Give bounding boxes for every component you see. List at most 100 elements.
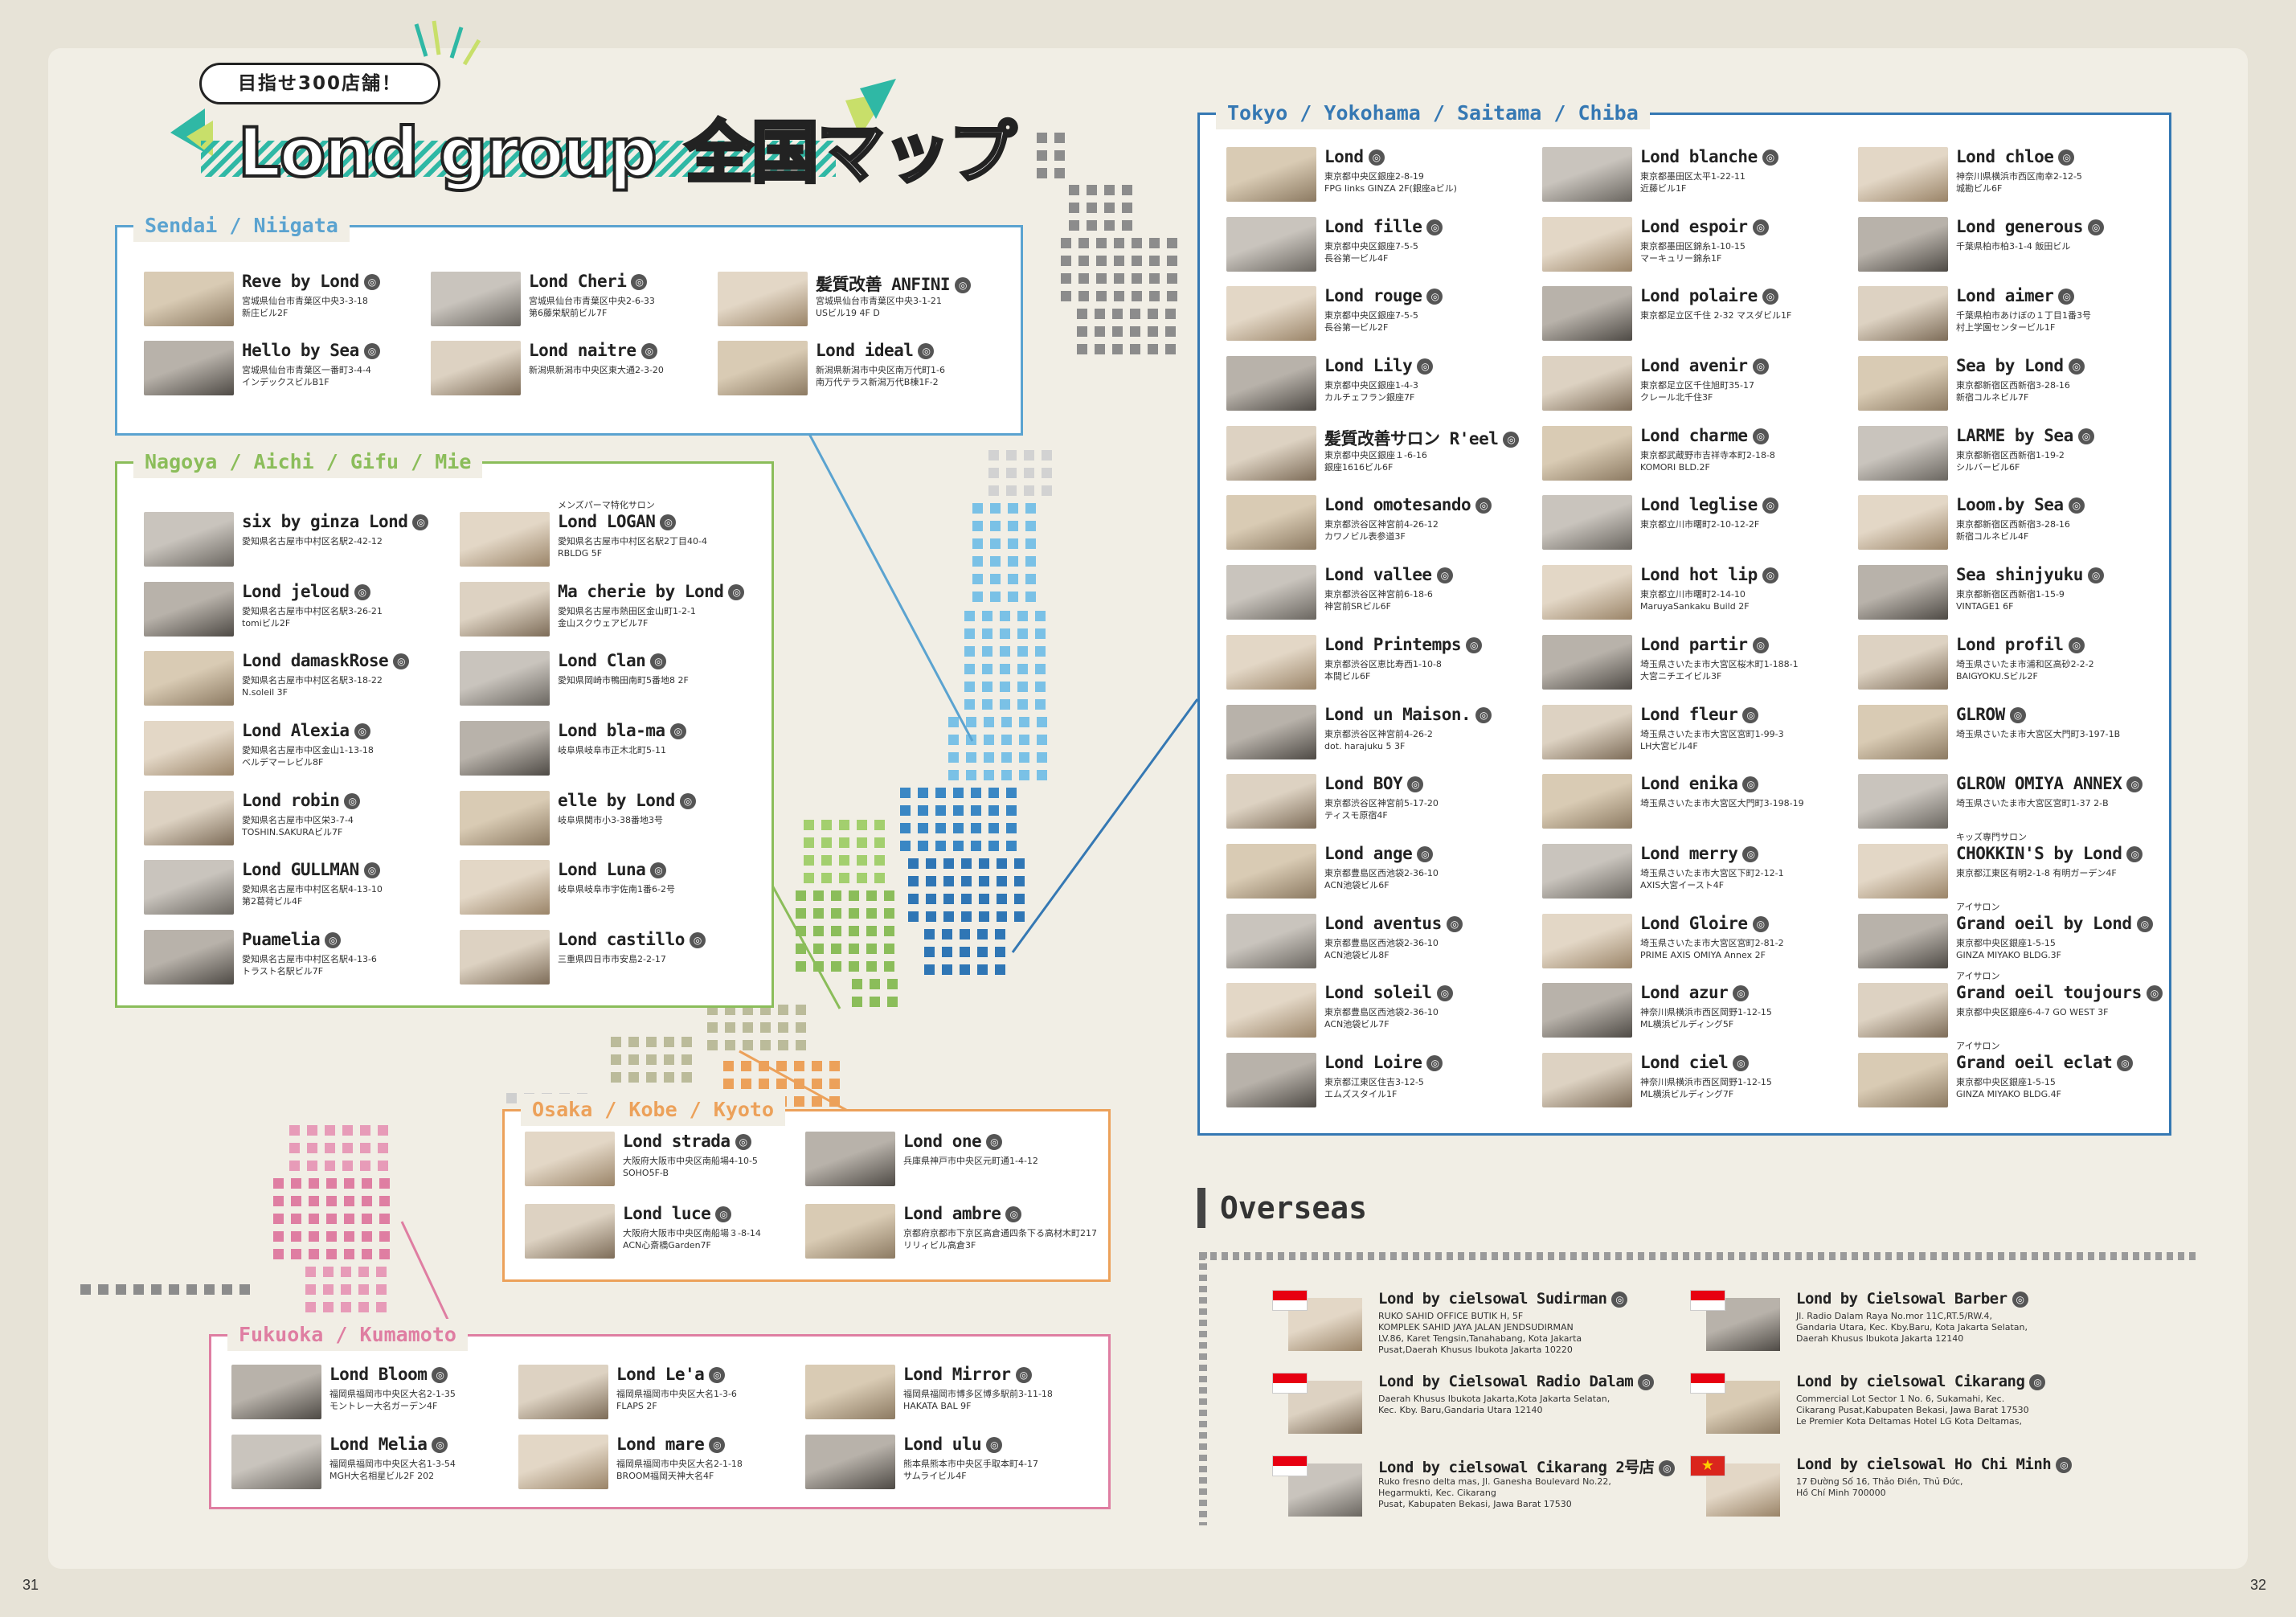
- instagram-icon[interactable]: ◎: [2146, 985, 2163, 1002]
- instagram-icon[interactable]: ◎: [986, 1134, 1003, 1150]
- instagram-icon[interactable]: ◎: [955, 277, 972, 293]
- store-item: アイサロン Grand oeil eclat ◎ 東京都中央区銀座1-5-15 GIN…: [1858, 1041, 2174, 1123]
- instagram-icon[interactable]: ◎: [2009, 706, 2026, 723]
- instagram-icon[interactable]: ◎: [1466, 637, 1483, 653]
- store-item: Lond GULLMAN ◎ 愛知県名古屋市中村区名駅4-13-10 第2葛荷ビル4…: [144, 860, 460, 930]
- instagram-icon[interactable]: ◎: [1426, 219, 1443, 235]
- instagram-icon[interactable]: ◎: [363, 862, 380, 879]
- instagram-icon[interactable]: ◎: [918, 343, 935, 359]
- instagram-icon[interactable]: ◎: [1762, 567, 1778, 584]
- instagram-icon[interactable]: ◎: [363, 274, 380, 290]
- instagram-icon[interactable]: ◎: [1611, 1291, 1628, 1308]
- instagram-icon[interactable]: ◎: [1446, 915, 1463, 932]
- instagram-icon[interactable]: ◎: [650, 862, 667, 879]
- instagram-icon[interactable]: ◎: [1733, 1054, 1750, 1071]
- instagram-icon[interactable]: ◎: [1742, 776, 1759, 793]
- instagram-icon[interactable]: ◎: [2126, 845, 2143, 862]
- instagram-icon[interactable]: ◎: [363, 343, 380, 359]
- store-name: Lond blanche ◎: [1640, 147, 1778, 166]
- instagram-icon[interactable]: ◎: [1742, 845, 1759, 862]
- instagram-icon[interactable]: ◎: [709, 1437, 726, 1453]
- instagram-icon[interactable]: ◎: [1005, 1206, 1022, 1222]
- store-photo: [144, 651, 234, 706]
- indonesia-flag-icon: [1272, 1373, 1308, 1394]
- instagram-icon[interactable]: ◎: [432, 1437, 448, 1453]
- instagram-icon[interactable]: ◎: [1762, 497, 1778, 514]
- region-tokyo-yokohama-saitama-chiba: Tokyo / Yokohama / Saitama / Chiba Lond ◎…: [1197, 97, 2174, 1136]
- instagram-icon[interactable]: ◎: [1417, 845, 1434, 862]
- store-address: 東京都豊島区西池袋2-36-10 ACN池袋ビル7F: [1324, 1007, 1439, 1030]
- store-name-text: Lond vallee: [1324, 565, 1432, 585]
- instagram-icon[interactable]: ◎: [1742, 706, 1759, 723]
- instagram-icon[interactable]: ◎: [1407, 776, 1424, 793]
- instagram-icon[interactable]: ◎: [689, 932, 706, 949]
- instagram-icon[interactable]: ◎: [1733, 985, 1750, 1002]
- instagram-icon[interactable]: ◎: [344, 792, 361, 809]
- instagram-icon[interactable]: ◎: [641, 343, 657, 359]
- instagram-icon[interactable]: ◎: [728, 583, 745, 600]
- instagram-icon[interactable]: ◎: [1638, 1373, 1655, 1390]
- instagram-icon[interactable]: ◎: [325, 932, 342, 949]
- instagram-icon[interactable]: ◎: [735, 1134, 751, 1150]
- instagram-icon[interactable]: ◎: [354, 723, 370, 740]
- instagram-icon[interactable]: ◎: [1015, 1367, 1032, 1383]
- store-name: Lond avenir ◎: [1640, 356, 1769, 375]
- instagram-icon[interactable]: ◎: [669, 723, 686, 740]
- store-photo: [1858, 634, 1948, 690]
- store-name: Lond polaire ◎: [1640, 286, 1778, 305]
- instagram-icon[interactable]: ◎: [2068, 637, 2085, 653]
- instagram-icon[interactable]: ◎: [2058, 149, 2075, 166]
- instagram-icon[interactable]: ◎: [1475, 497, 1492, 514]
- instagram-icon[interactable]: ◎: [986, 1437, 1003, 1453]
- instagram-icon[interactable]: ◎: [1436, 985, 1453, 1002]
- instagram-icon[interactable]: ◎: [679, 792, 696, 809]
- region-title: Tokyo / Yokohama / Saitama / Chiba: [1216, 97, 1650, 129]
- instagram-icon[interactable]: ◎: [1503, 431, 1520, 448]
- overseas-store-item: Lond by Cielsowal Barber ◎ Jl. Radio Dalam…: [1690, 1290, 2108, 1373]
- instagram-icon[interactable]: ◎: [660, 514, 677, 530]
- instagram-icon[interactable]: ◎: [2068, 497, 2085, 514]
- instagram-icon[interactable]: ◎: [650, 653, 667, 670]
- instagram-icon[interactable]: ◎: [1752, 637, 1769, 653]
- instagram-icon[interactable]: ◎: [2117, 1054, 2134, 1071]
- instagram-icon[interactable]: ◎: [1368, 149, 1385, 166]
- instagram-icon[interactable]: ◎: [2058, 289, 2075, 305]
- instagram-icon[interactable]: ◎: [2029, 1373, 2046, 1390]
- instagram-icon[interactable]: ◎: [2012, 1291, 2028, 1308]
- store-item: Lond merry ◎ 埼玉県さいたま市大宮区下町2-12-1 AXIS大宮イース…: [1542, 843, 1858, 914]
- instagram-icon[interactable]: ◎: [432, 1367, 448, 1383]
- instagram-icon[interactable]: ◎: [1417, 358, 1434, 375]
- instagram-icon[interactable]: ◎: [1752, 428, 1769, 444]
- store-address: 東京都立川市曙町2-14-10 MaruyaSankaku Build 2F: [1640, 589, 1750, 612]
- instagram-icon[interactable]: ◎: [631, 274, 648, 290]
- instagram-icon[interactable]: ◎: [715, 1206, 732, 1222]
- store-name: Puamelia ◎: [242, 930, 342, 949]
- instagram-icon[interactable]: ◎: [2087, 219, 2104, 235]
- store-item: GLROW ◎ 埼玉県さいたま市大宮区大門町3-197-1B: [1858, 704, 2174, 775]
- instagram-icon[interactable]: ◎: [2077, 428, 2094, 444]
- instagram-icon[interactable]: ◎: [2126, 776, 2143, 793]
- instagram-icon[interactable]: ◎: [1752, 358, 1769, 375]
- instagram-icon[interactable]: ◎: [2056, 1456, 2073, 1473]
- instagram-icon[interactable]: ◎: [2087, 567, 2104, 584]
- store-item: Lond Clan ◎ 愛知県岡崎市鴨田南町5番地8 2F: [460, 651, 776, 721]
- instagram-icon[interactable]: ◎: [412, 514, 429, 530]
- instagram-icon[interactable]: ◎: [1752, 915, 1769, 932]
- instagram-icon[interactable]: ◎: [709, 1367, 726, 1383]
- instagram-icon[interactable]: ◎: [1752, 219, 1769, 235]
- instagram-icon[interactable]: ◎: [1475, 706, 1492, 723]
- instagram-icon[interactable]: ◎: [1762, 289, 1778, 305]
- instagram-icon[interactable]: ◎: [354, 583, 370, 600]
- instagram-icon[interactable]: ◎: [1659, 1459, 1676, 1476]
- instagram-icon[interactable]: ◎: [1436, 567, 1453, 584]
- instagram-icon[interactable]: ◎: [2136, 915, 2153, 932]
- instagram-icon[interactable]: ◎: [1426, 289, 1443, 305]
- instagram-icon[interactable]: ◎: [2068, 358, 2085, 375]
- instagram-icon[interactable]: ◎: [1426, 1054, 1443, 1071]
- store-item: Lond azur ◎ 神奈川県横浜市西区岡野1-12-15 ML横浜ビルディング5…: [1542, 983, 1858, 1053]
- store-item: Lond polaire ◎ 東京都足立区千住 2-32 マスダビル1F: [1542, 286, 1858, 356]
- instagram-icon[interactable]: ◎: [1762, 149, 1778, 166]
- instagram-icon[interactable]: ◎: [393, 653, 410, 670]
- overseas-dashed-line: [1199, 1252, 2196, 1260]
- store-address: 大阪府大阪市中央区南船場4-10-5 SOHO5F-B: [623, 1156, 758, 1178]
